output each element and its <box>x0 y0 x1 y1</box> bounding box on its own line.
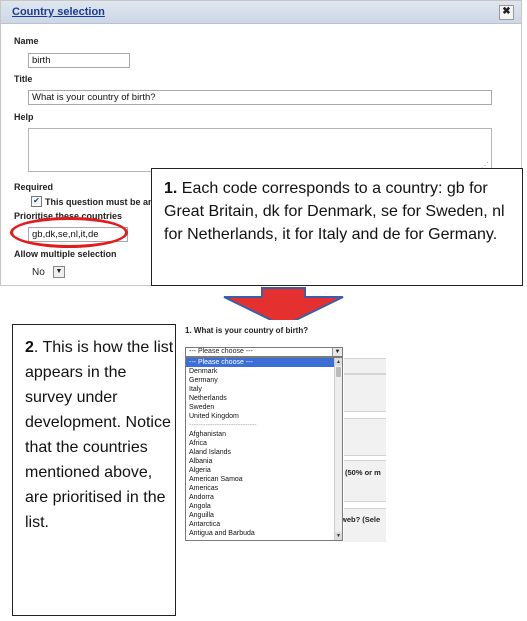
callout-1-text: Each code corresponds to a country: gb f… <box>164 180 505 243</box>
required-checkbox[interactable]: ✔ <box>31 196 42 207</box>
survey-background-panel <box>344 358 386 374</box>
country-dropdown-list[interactable]: --- Please choose --- Denmark Germany Italy… <box>185 357 343 541</box>
dropdown-option[interactable]: Afghanistan <box>186 430 342 439</box>
survey-background-panel <box>344 508 386 542</box>
dropdown-option[interactable]: United Kingdom <box>186 412 342 421</box>
prioritise-field[interactable]: gb,dk,se,nl,it,de <box>28 227 128 242</box>
dropdown-option[interactable]: Angola <box>186 502 342 511</box>
dropdown-option[interactable]: Germany <box>186 376 342 385</box>
dropdown-option[interactable]: Antigua and Barbuda <box>186 529 342 538</box>
dropdown-selected-value: --- Please choose --- <box>189 348 253 355</box>
dialog-title[interactable]: Country selection <box>12 6 105 18</box>
dialog-titlebar: Country selection ✖ <box>1 1 521 24</box>
scroll-down-icon[interactable]: ▼ <box>335 532 342 540</box>
scroll-up-icon[interactable]: ▲ <box>335 358 342 366</box>
survey-preview: 1. What is your country of birth? (50% o… <box>184 320 386 542</box>
dropdown-option[interactable]: --- Please choose --- <box>186 358 342 367</box>
chevron-down-icon[interactable]: ▼ <box>332 348 342 356</box>
dropdown-option[interactable]: Netherlands <box>186 394 342 403</box>
required-label: Required <box>14 182 54 192</box>
dropdown-option[interactable]: Denmark <box>186 367 342 376</box>
scroll-thumb[interactable] <box>336 367 341 377</box>
survey-background-panel <box>344 460 386 502</box>
survey-background-panel <box>344 418 386 456</box>
help-label: Help <box>14 112 34 122</box>
dropdown-option[interactable]: Aland Islands <box>186 448 342 457</box>
callout-1: 1. Each code corresponds to a country: g… <box>151 168 523 286</box>
dropdown-option[interactable]: Andorra <box>186 493 342 502</box>
dropdown-option[interactable]: Sweden <box>186 403 342 412</box>
title-label: Title <box>14 74 33 84</box>
name-label: Name <box>14 36 39 46</box>
survey-question-fragment: (50% or m <box>345 468 381 477</box>
required-checkbox-text: This question must be an <box>45 197 154 207</box>
close-icon[interactable]: ✖ <box>499 5 514 20</box>
dropdown-option[interactable]: ----------------------------- <box>186 421 342 430</box>
title-field[interactable]: What is your country of birth? <box>28 90 492 105</box>
name-field[interactable]: birth <box>28 53 130 68</box>
callout-2: 2. This is how the list appears in the s… <box>12 324 176 616</box>
dropdown-scrollbar[interactable]: ▲ ▼ <box>334 358 342 540</box>
callout-1-number: 1. <box>164 180 178 197</box>
dropdown-option[interactable]: American Samoa <box>186 475 342 484</box>
dropdown-option[interactable]: Africa <box>186 439 342 448</box>
dropdown-option[interactable]: Anguilla <box>186 511 342 520</box>
help-textarea[interactable]: ⋰ <box>28 128 492 172</box>
multiple-selection-value[interactable]: No <box>32 267 45 278</box>
survey-background-panel <box>344 374 386 412</box>
chevron-down-icon[interactable]: ▼ <box>53 266 65 278</box>
callout-2-text: . This is how the list appears in the su… <box>25 339 174 531</box>
dropdown-option[interactable]: Italy <box>186 385 342 394</box>
survey-question: 1. What is your country of birth? <box>185 326 309 335</box>
dropdown-option[interactable]: Americas <box>186 484 342 493</box>
dropdown-option[interactable]: Albania <box>186 457 342 466</box>
dropdown-option[interactable]: Algeria <box>186 466 342 475</box>
dropdown-option[interactable]: Antarctica <box>186 520 342 529</box>
callout-2-number: 2 <box>25 339 34 356</box>
survey-question-fragment: web? (Sele <box>341 515 381 524</box>
country-dropdown[interactable]: --- Please choose --- ▼ <box>185 347 343 357</box>
prioritise-label: Prioritise these countries <box>14 211 123 221</box>
multiple-selection-label: Allow multiple selection <box>14 249 117 259</box>
